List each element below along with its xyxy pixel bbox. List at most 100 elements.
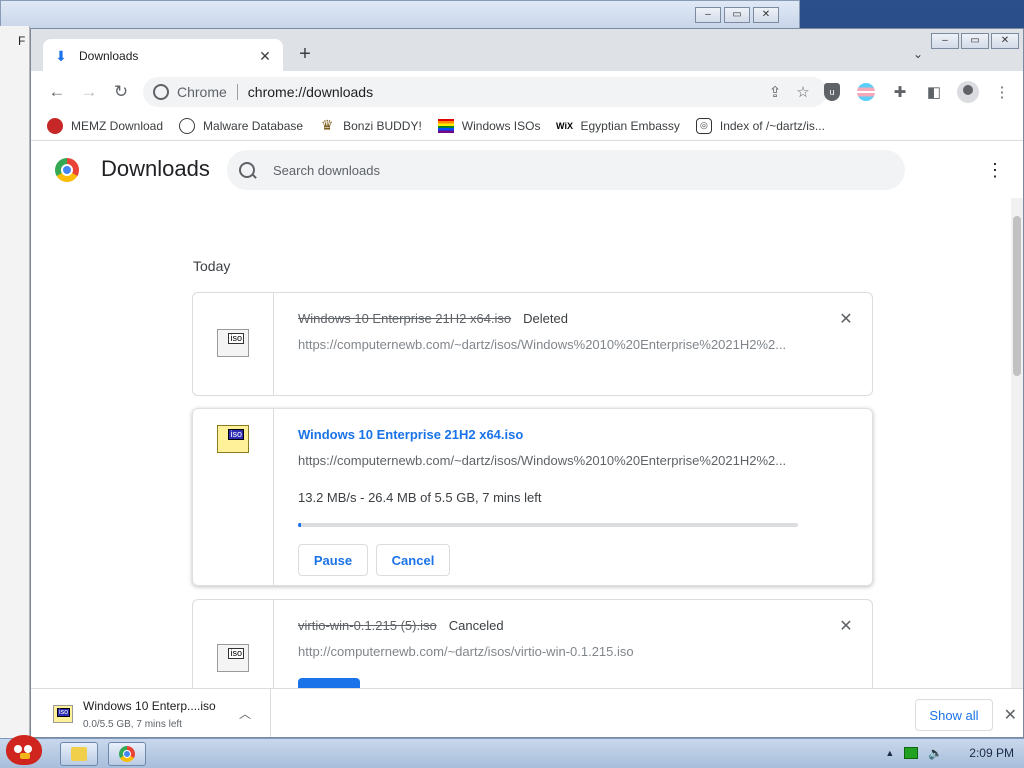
system-tray: ▲ 🔈 2:09 PM — [885, 746, 1014, 760]
scrollbar-thumb[interactable] — [1013, 216, 1021, 376]
bookmark-label: MEMZ Download — [71, 118, 164, 133]
chrome-logo-icon — [55, 158, 79, 182]
bonzi-icon: ♛ — [320, 117, 334, 133]
remove-from-list-icon[interactable]: ✕ — [838, 312, 854, 328]
back-button[interactable]: ← — [41, 76, 73, 108]
new-tab-button[interactable]: + — [293, 43, 317, 67]
reload-button[interactable]: ↻ — [105, 76, 137, 108]
bookmark-label: Windows ISOs — [461, 118, 541, 133]
chrome-menu-button[interactable]: ⋮ — [987, 77, 1017, 107]
side-panel-button[interactable]: ◧ — [919, 77, 949, 107]
profile-button[interactable] — [953, 77, 983, 107]
side-panel-icon: ◧ — [926, 84, 942, 101]
source-url[interactable]: http://computernewb.com/~dartz/isos/virt… — [298, 644, 798, 659]
download-shelf: iso Windows 10 Enterp....iso 0.0/5.5 GB,… — [31, 688, 1023, 737]
url-text[interactable]: chrome://downloads — [248, 84, 761, 100]
downloads-page: Downloads Search downloads ⋮ Today iso W… — [31, 142, 1023, 719]
file-name-link[interactable]: Windows 10 Enterprise 21H2 x64.iso — [298, 427, 523, 442]
download-item-active: iso Windows 10 Enterprise 21H2 x64.iso h… — [192, 408, 873, 586]
taskbar-chrome-button[interactable] — [108, 742, 146, 766]
background-window-letter: F — [18, 34, 26, 48]
wix-icon: WiX — [556, 120, 573, 131]
background-window-controls: – ▭ ✕ — [695, 7, 779, 23]
back-arrow-icon: ← — [48, 82, 66, 101]
download-status: Canceled — [448, 618, 504, 633]
background-window-left: F — [0, 26, 30, 746]
chrome-window-controls: – ▭ ✕ — [931, 33, 1019, 49]
chrome-icon — [119, 746, 135, 762]
bookmark-label: Malware Database — [203, 118, 304, 133]
search-icon — [239, 162, 255, 178]
tray-expand-icon[interactable]: ▲ — [885, 748, 894, 758]
close-button[interactable]: ✕ — [991, 33, 1019, 49]
puzzle-icon: ✚ — [893, 84, 907, 101]
more-actions-icon[interactable]: ⋮ — [985, 160, 1005, 180]
tab-downloads[interactable]: ⬇ Downloads ✕ — [43, 39, 283, 73]
bookmark-windows-isos[interactable]: Windows ISOs — [437, 118, 541, 133]
file-icon-column: iso — [193, 293, 274, 395]
network-icon[interactable] — [904, 747, 919, 759]
explorer-icon — [71, 747, 87, 761]
search-downloads-input[interactable]: Search downloads — [227, 150, 905, 190]
progress-bar — [298, 523, 798, 527]
close-shelf-icon[interactable]: ✕ — [1004, 705, 1017, 725]
source-url[interactable]: https://computernewb.com/~dartz/isos/Win… — [298, 337, 798, 352]
address-bar[interactable]: Chrome chrome://downloads ⇪ ☆ — [143, 77, 827, 107]
bookmark-star-icon[interactable]: ☆ — [789, 83, 817, 101]
flag-extension-button[interactable] — [851, 77, 881, 107]
shelf-file-name: Windows 10 Enterp....iso — [83, 699, 216, 713]
bookmark-egyptian-embassy[interactable]: WiX Egyptian Embassy — [556, 118, 680, 134]
forward-arrow-icon: → — [80, 82, 98, 101]
ublock-extension-button[interactable]: u — [817, 77, 847, 107]
tab-search-button[interactable]: ⌄ — [913, 47, 923, 61]
minimize-button[interactable]: – — [931, 33, 959, 49]
toolbar-extensions: u ✚ ◧ ⋮ — [817, 77, 1017, 107]
page-title: Downloads — [101, 156, 210, 181]
close-tab-icon[interactable]: ✕ — [257, 48, 273, 65]
bookmark-memz-download[interactable]: MEMZ Download — [47, 117, 164, 134]
minimize-button[interactable]: – — [695, 7, 721, 23]
start-button[interactable] — [2, 731, 48, 768]
show-all-button[interactable]: Show all — [915, 699, 993, 731]
volume-icon[interactable]: 🔈 — [928, 746, 943, 760]
iso-file-icon: iso — [217, 329, 249, 357]
flag-icon — [857, 83, 875, 101]
share-icon[interactable]: ⇪ — [761, 83, 789, 101]
file-name: virtio-win-0.1.215 (5).iso — [298, 618, 437, 633]
file-name: Windows 10 Enterprise 21H2 x64.iso — [298, 311, 512, 326]
source-url[interactable]: https://computernewb.com/~dartz/isos/Win… — [298, 453, 798, 468]
progress-text: 13.2 MB/s - 26.4 MB of 5.5 GB, 7 mins le… — [298, 490, 542, 505]
maximize-button[interactable]: ▭ — [961, 33, 989, 49]
extensions-button[interactable]: ✚ — [885, 77, 915, 107]
progress-bar-fill — [298, 523, 301, 527]
chevron-up-icon[interactable]: ︿ — [239, 705, 251, 722]
file-line: virtio-win-0.1.215 (5).iso Canceled — [298, 618, 504, 633]
clock[interactable]: 2:09 PM — [969, 746, 1014, 760]
close-button[interactable]: ✕ — [753, 7, 779, 23]
downloads-header: Downloads Search downloads ⋮ — [31, 142, 1023, 198]
file-line: Windows 10 Enterprise 21H2 x64.iso Delet… — [298, 311, 568, 326]
index-icon: ◎ — [695, 117, 712, 134]
date-heading: Today — [193, 258, 231, 274]
download-status: Deleted — [523, 311, 568, 326]
bookmark-index-of-dartz[interactable]: ◎ Index of /~dartz/is... — [695, 117, 825, 134]
taskbar-explorer-button[interactable] — [60, 742, 98, 766]
angry-bird-icon — [6, 735, 42, 765]
cancel-button[interactable]: Cancel — [376, 544, 450, 576]
chrome-site-icon — [153, 84, 169, 100]
forward-button[interactable]: → — [73, 76, 105, 108]
bookmark-label: Bonzi BUDDY! — [343, 118, 422, 133]
pause-button[interactable]: Pause — [298, 544, 368, 576]
shelf-download-item[interactable]: iso Windows 10 Enterp....iso 0.0/5.5 GB,… — [31, 689, 271, 737]
bookmark-bonzi-buddy[interactable]: ♛ Bonzi BUDDY! — [319, 117, 422, 134]
shelf-status: 0.0/5.5 GB, 7 mins left — [83, 719, 182, 730]
avatar — [957, 81, 979, 103]
maximize-button[interactable]: ▭ — [724, 7, 750, 23]
remove-from-list-icon[interactable]: ✕ — [838, 619, 854, 635]
page-scrollbar[interactable] — [1011, 198, 1023, 688]
bookmark-malware-database[interactable]: Malware Database — [179, 117, 304, 134]
reload-icon: ↻ — [113, 82, 129, 101]
chrome-window: – ▭ ✕ ⬇ Downloads ✕ + ⌄ ← → ↻ Chrome chr… — [30, 28, 1024, 738]
iso-file-icon: iso — [53, 705, 73, 723]
background-window-title-bar[interactable] — [1, 1, 799, 29]
